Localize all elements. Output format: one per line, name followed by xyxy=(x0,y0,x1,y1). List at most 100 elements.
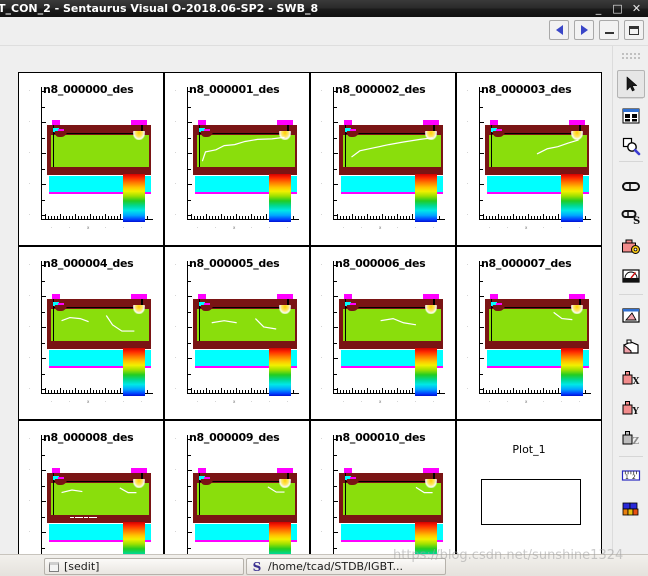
y-axis-tick xyxy=(187,107,191,108)
window-minimize-button[interactable]: _ xyxy=(593,0,604,17)
tile-windows-tool[interactable] xyxy=(617,102,645,130)
x-axis-tick xyxy=(69,216,70,219)
x-axis-tick xyxy=(513,214,514,219)
x-axis-tick xyxy=(111,216,112,219)
toolbar-drag-handle[interactable] xyxy=(621,52,641,61)
plot-panel-empty[interactable]: Plot_1 xyxy=(456,420,602,554)
x-axis-tick xyxy=(257,216,258,219)
nav-forward-button[interactable] xyxy=(574,20,594,40)
x-axis-tick xyxy=(242,390,243,393)
x-axis-tick xyxy=(382,214,383,219)
cursor-arrow-icon xyxy=(626,76,638,92)
meter-tool[interactable] xyxy=(617,262,645,290)
plot-panel[interactable]: n8_000006_des · · · · · · · x · · · xyxy=(310,246,456,420)
select-arrow-tool[interactable] xyxy=(617,70,645,98)
y-axis-tick-label: · xyxy=(321,529,323,534)
taskbar-item-sedit[interactable]: [sedit] xyxy=(44,558,244,575)
x-axis-tick xyxy=(489,216,490,219)
y-axis-tick xyxy=(41,200,45,201)
colorbar xyxy=(123,522,145,554)
y-axis-tick-label: · xyxy=(321,498,323,503)
x-axis-tick xyxy=(391,390,392,393)
svg-text:2: 2 xyxy=(632,474,636,481)
x-axis-tick xyxy=(546,390,547,393)
axis-z-tool[interactable]: Z xyxy=(617,424,645,452)
ruler-icon: 12 xyxy=(621,470,641,481)
palette-tool[interactable] xyxy=(617,496,645,524)
magnifier-icon xyxy=(622,137,641,156)
x-axis-tick-label: x xyxy=(87,399,90,404)
x-axis-tick xyxy=(209,390,210,393)
x-axis-tick xyxy=(367,214,368,219)
x-axis-tick xyxy=(257,390,258,393)
y-axis-tick xyxy=(479,153,484,154)
x-axis-tick xyxy=(412,214,413,219)
y-axis-tick-label: · xyxy=(321,293,323,298)
y-axis-tick xyxy=(333,296,338,297)
nav-back-button[interactable] xyxy=(549,20,569,40)
x-axis-tick xyxy=(355,216,356,219)
window-close-button[interactable]: ✕ xyxy=(631,0,642,17)
triangle-left-icon xyxy=(555,25,563,35)
mdi-minimize-button[interactable] xyxy=(599,20,619,40)
y-axis-tick xyxy=(333,122,338,123)
y-axis-tick xyxy=(479,107,483,108)
taskbar-item-stdb[interactable]: S /home/tcad/STDB/IGBT... xyxy=(246,558,446,575)
plot-panel-title: n8_000010_des xyxy=(335,431,426,444)
y-axis-tick xyxy=(333,343,337,344)
unlink-views-tool[interactable]: S xyxy=(617,202,645,230)
x-axis-tick xyxy=(203,390,204,393)
y-axis-tick xyxy=(187,122,192,123)
y-axis-tick xyxy=(187,455,191,456)
plot-panel[interactable]: n8_000009_des·······x··· xyxy=(164,420,310,554)
link-views-tool[interactable] xyxy=(617,172,645,200)
x-axis-tick-label: · xyxy=(561,225,563,230)
x-axis-tick-label: · xyxy=(397,399,399,404)
zoom-tool[interactable] xyxy=(617,132,645,160)
x-axis-tick xyxy=(63,216,64,219)
plot-panel[interactable]: n8_000001_des · · · · · · · x · · · xyxy=(164,72,310,246)
toolbox-settings-tool[interactable] xyxy=(617,232,645,260)
x-axis-tick xyxy=(120,214,121,219)
y-axis-tick xyxy=(41,343,45,344)
y-axis-tick-label: · xyxy=(321,324,323,329)
mdi-maximize-button[interactable] xyxy=(624,20,644,40)
axis-x-tool[interactable]: X xyxy=(617,364,645,392)
plot-panel[interactable]: n8_000004_des · · · · · · · x · · · xyxy=(18,246,164,420)
y-axis-tick xyxy=(333,455,337,456)
x-axis-tick xyxy=(397,388,398,393)
y-axis-tick-label: · xyxy=(321,119,323,124)
ruler-tool[interactable]: 12 xyxy=(617,462,645,490)
y-axis-tick xyxy=(41,374,45,375)
x-axis-tick xyxy=(293,216,294,219)
plot-panel[interactable]: n8_000000_des · · · · · · · x · · · xyxy=(18,72,164,246)
overlay-window-tool[interactable] xyxy=(617,302,645,330)
y-axis-tick xyxy=(479,169,483,170)
x-axis-tick xyxy=(254,390,255,393)
x-axis-tick-label: · xyxy=(69,399,71,404)
window-maximize-button[interactable]: □ xyxy=(612,0,623,17)
plot-panel[interactable]: n8_000008_des·······x··· xyxy=(18,420,164,554)
x-axis-tick xyxy=(293,390,294,393)
x-axis-tick-label: · xyxy=(251,225,253,230)
plot-panel-title: n8_000009_des xyxy=(189,431,280,444)
y-axis-tick-label: · xyxy=(175,262,177,267)
x-axis-tick xyxy=(358,216,359,219)
plot-panel[interactable]: n8_000010_des·······x··· xyxy=(310,420,456,554)
x-axis-tick-label: · xyxy=(415,399,417,404)
y-axis-tick-label: · xyxy=(467,150,469,155)
window-titlebar[interactable]: T_CON_2 - Sentaurus Visual O-2018.06-SP2… xyxy=(0,0,648,17)
plot-panel[interactable]: n8_000005_des · · · · · · · x · · · xyxy=(164,246,310,420)
x-axis-tick xyxy=(251,388,252,393)
plot-panel[interactable]: n8_000002_des · · · · · · · x · · · xyxy=(310,72,456,246)
x-axis-tick xyxy=(114,390,115,393)
y-axis-tick xyxy=(479,343,483,344)
plot-panel[interactable]: n8_000007_des · · · · · · · x · · · xyxy=(456,246,602,420)
axis-y-tool[interactable]: Y xyxy=(617,394,645,422)
tile-windows-icon xyxy=(622,108,640,124)
plot-panel[interactable]: n8_000003_des · · · · · · · x · · · xyxy=(456,72,602,246)
y-axis-tick xyxy=(41,153,46,154)
y-axis-tick xyxy=(187,327,192,328)
cut-plane-tool[interactable] xyxy=(617,334,645,362)
plot-canvas-area[interactable]: n8_000000_des · · · · · · · x · · · n8_000001_des · · ·… xyxy=(0,46,604,554)
